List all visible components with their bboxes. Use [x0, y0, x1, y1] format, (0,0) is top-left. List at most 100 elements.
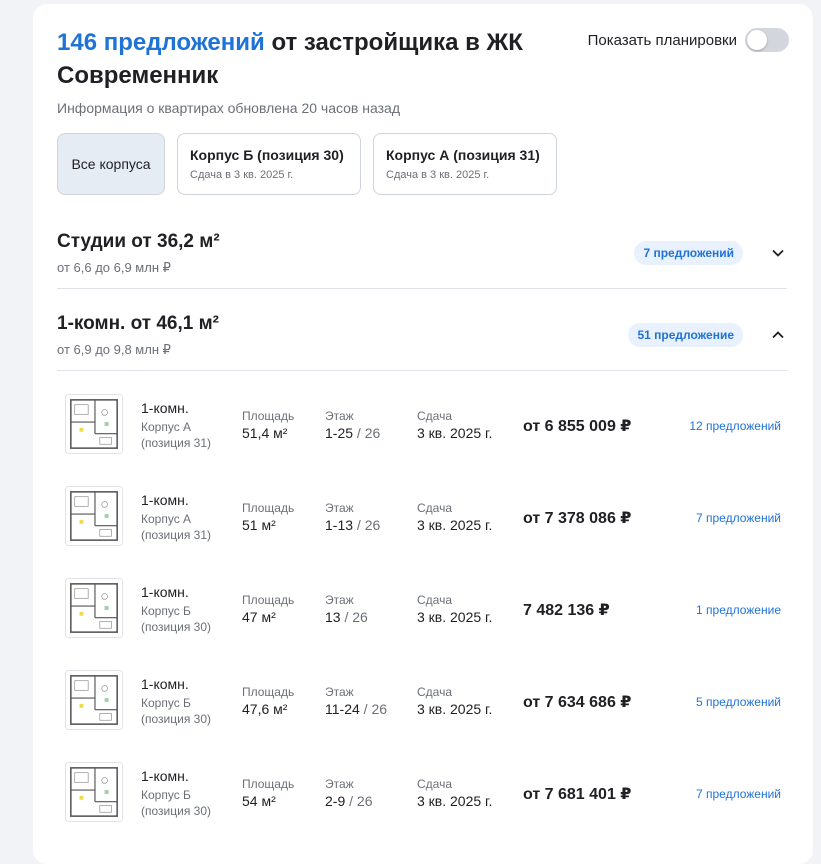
- delivery-label: Сдача: [417, 685, 453, 699]
- listing-type: 1-комн.: [141, 768, 189, 784]
- listing-building: Корпус А (позиция 31): [141, 512, 211, 542]
- area-value: 51 м²: [242, 517, 276, 533]
- floor-label: Этаж: [325, 501, 354, 515]
- listing-offers-link[interactable]: 1 предложение: [696, 603, 781, 617]
- building-filters: Все корпуса Корпус Б (позиция 30) Сдача …: [57, 133, 557, 195]
- floor-plan-thumbnail[interactable]: [65, 762, 123, 822]
- floor-range: 13: [325, 609, 341, 625]
- delivery-value: 3 кв. 2025 г.: [417, 701, 493, 717]
- floor-plan-thumbnail[interactable]: [65, 578, 123, 638]
- floor-plan-thumbnail[interactable]: [65, 670, 123, 730]
- show-plans-toggle[interactable]: [745, 28, 789, 52]
- area-value: 47 м²: [242, 609, 276, 625]
- chevron-up-icon[interactable]: [771, 328, 785, 342]
- delivery-value: 3 кв. 2025 г.: [417, 517, 493, 533]
- show-plans-toggle-group[interactable]: Показать планировки: [588, 28, 789, 52]
- delivery-column: Сдача 3 кв. 2025 г.: [417, 409, 492, 441]
- listing-building: Корпус А (позиция 31): [141, 420, 211, 450]
- listing-row[interactable]: 1-комн. Корпус Б (позиция 30) Площадь 47…: [57, 578, 787, 670]
- delivery-label: Сдача: [417, 777, 453, 791]
- listing-type: 1-комн.: [141, 584, 189, 600]
- filter-label: Корпус Б (позиция 30): [190, 147, 344, 163]
- listing-type: 1-комн.: [141, 676, 189, 692]
- floor-label: Этаж: [325, 409, 354, 423]
- floor-range: 1-13: [325, 517, 354, 533]
- floor-value: 11-24 / 26: [325, 701, 387, 717]
- floor-plan-thumbnail[interactable]: [65, 394, 123, 454]
- listing-offers-link[interactable]: 5 предложений: [696, 695, 781, 709]
- toggle-knob: [747, 30, 767, 50]
- delivery-label: Сдача: [417, 593, 453, 607]
- floor-column: Этаж 11-24 / 26: [325, 685, 387, 717]
- chevron-down-icon[interactable]: [771, 246, 785, 260]
- listing-offers-link[interactable]: 12 предложений: [689, 419, 781, 433]
- page-title: 146 предложений от застройщика в ЖК Совр…: [57, 26, 557, 92]
- area-value: 54 м²: [242, 793, 276, 809]
- listing-building: Корпус Б (позиция 30): [141, 696, 211, 726]
- floors-total: / 26: [356, 425, 381, 441]
- filter-label: Все корпуса: [71, 156, 151, 172]
- listing-row[interactable]: 1-комн. Корпус А (позиция 31) Площадь 51…: [57, 486, 787, 578]
- filter-label: Корпус А (позиция 31): [386, 147, 540, 163]
- delivery-column: Сдача 3 кв. 2025 г.: [417, 501, 492, 533]
- listing-price: 7 482 136 ₽: [523, 602, 610, 619]
- listing-row[interactable]: 1-комн. Корпус А (позиция 31) Площадь 51…: [57, 394, 787, 486]
- filter-all-buildings[interactable]: Все корпуса: [57, 133, 165, 195]
- area-value: 47,6 м²: [242, 701, 288, 717]
- area-column: Площадь 47 м²: [242, 593, 294, 625]
- floor-label: Этаж: [325, 777, 354, 791]
- delivery-value: 3 кв. 2025 г.: [417, 793, 493, 809]
- area-value: 51,4 м²: [242, 425, 288, 441]
- offers-header: 146 предложений от застройщика в ЖК Совр…: [57, 26, 557, 92]
- floors-total: / 26: [356, 517, 381, 533]
- group-1-room[interactable]: 1-комн. от 46,1 м² от 6,9 до 9,8 млн ₽ 5…: [57, 312, 787, 371]
- group-offers-badge: 51 предложение: [628, 323, 743, 347]
- delivery-column: Сдача 3 кв. 2025 г.: [417, 685, 492, 717]
- listing-building: Корпус Б (позиция 30): [141, 788, 211, 818]
- floor-value: 13 / 26: [325, 609, 368, 625]
- delivery-column: Сдача 3 кв. 2025 г.: [417, 593, 492, 625]
- floor-value: 2-9 / 26: [325, 793, 372, 809]
- filter-building-a[interactable]: Корпус А (позиция 31) Сдача в 3 кв. 2025…: [373, 133, 557, 195]
- area-column: Площадь 51,4 м²: [242, 409, 294, 441]
- area-column: Площадь 51 м²: [242, 501, 294, 533]
- listing-price: от 7 378 086 ₽: [523, 510, 632, 527]
- group-studios[interactable]: Студии от 36,2 м² от 6,6 до 6,9 млн ₽ 7 …: [57, 230, 787, 289]
- filter-delivery: Сдача в 3 кв. 2025 г.: [190, 169, 294, 181]
- listing-row[interactable]: 1-комн. Корпус Б (позиция 30) Площадь 54…: [57, 762, 787, 854]
- group-offers-badge: 7 предложений: [634, 241, 743, 265]
- floor-label: Этаж: [325, 593, 354, 607]
- listing-price: от 7 681 401 ₽: [523, 786, 632, 803]
- updated-info: Информация о квартирах обновлена 20 часо…: [57, 100, 400, 116]
- floor-value: 1-25 / 26: [325, 425, 380, 441]
- offers-count-link[interactable]: 146 предложений: [57, 29, 265, 56]
- floor-plan-thumbnail[interactable]: [65, 486, 123, 546]
- area-label: Площадь: [242, 593, 295, 607]
- floor-value: 1-13 / 26: [325, 517, 380, 533]
- area-column: Площадь 47,6 м²: [242, 685, 294, 717]
- filter-building-b[interactable]: Корпус Б (позиция 30) Сдача в 3 кв. 2025…: [177, 133, 361, 195]
- floors-total: / 26: [363, 701, 388, 717]
- delivery-column: Сдача 3 кв. 2025 г.: [417, 777, 492, 809]
- offers-card: 146 предложений от застройщика в ЖК Совр…: [33, 4, 813, 864]
- floor-column: Этаж 1-25 / 26: [325, 409, 380, 441]
- listing-row[interactable]: 1-комн. Корпус Б (позиция 30) Площадь 47…: [57, 670, 787, 762]
- delivery-label: Сдача: [417, 409, 453, 423]
- listing-type: 1-комн.: [141, 492, 189, 508]
- delivery-label: Сдача: [417, 501, 453, 515]
- listing-type: 1-комн.: [141, 400, 189, 416]
- delivery-value: 3 кв. 2025 г.: [417, 609, 493, 625]
- area-label: Площадь: [242, 685, 295, 699]
- listing-price: от 7 634 686 ₽: [523, 694, 632, 711]
- listing-offers-link[interactable]: 7 предложений: [696, 511, 781, 525]
- floor-range: 11-24: [325, 701, 360, 717]
- listing-offers-link[interactable]: 7 предложений: [696, 787, 781, 801]
- area-label: Площадь: [242, 777, 295, 791]
- delivery-value: 3 кв. 2025 г.: [417, 425, 493, 441]
- floor-range: 2-9: [325, 793, 346, 809]
- listing-building: Корпус Б (позиция 30): [141, 604, 211, 634]
- area-label: Площадь: [242, 501, 295, 515]
- floors-total: / 26: [344, 609, 368, 625]
- filter-delivery: Сдача в 3 кв. 2025 г.: [386, 169, 490, 181]
- floor-column: Этаж 13 / 26: [325, 593, 368, 625]
